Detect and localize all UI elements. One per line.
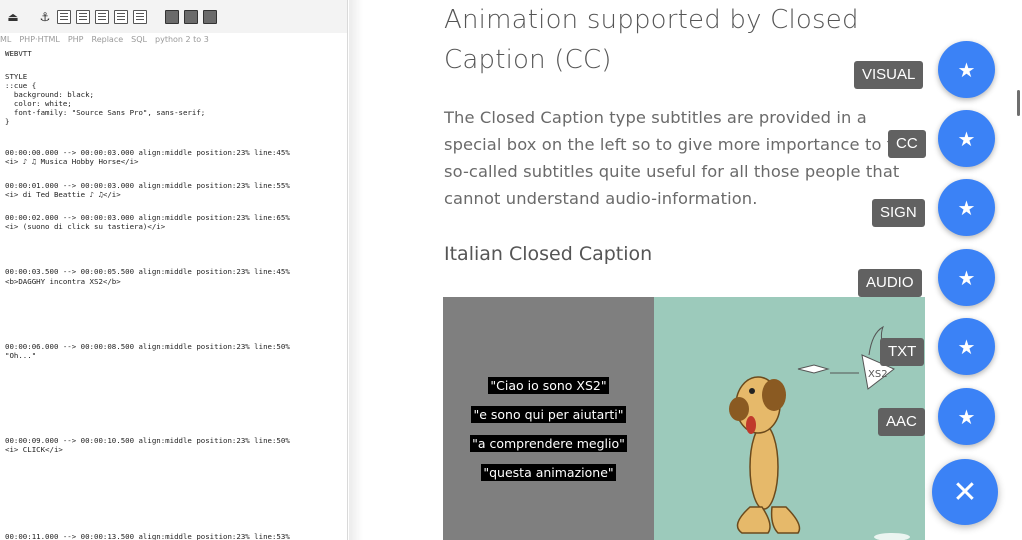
code-editor: ⏏ ⚓ ML PHP·HTML PHP Replace SQL python 2…: [0, 0, 348, 540]
code-line: 00:00:02.000 --> 00:00:03.000 align:midd…: [5, 213, 290, 222]
tab-ml[interactable]: ML: [0, 33, 11, 47]
anchor-icon[interactable]: ⚓: [38, 10, 52, 24]
panel-divider-shadow: [349, 0, 363, 540]
star-icon: ★: [957, 126, 976, 151]
caption-line: "Ciao io sono XS2": [488, 377, 609, 394]
star-icon: ★: [957, 404, 976, 429]
code-line: <i> CLICK</i>: [5, 445, 63, 454]
fab-cc-button[interactable]: ★: [938, 110, 995, 167]
fab-visual-button[interactable]: ★: [938, 41, 995, 98]
fab-aac-button[interactable]: ★: [938, 388, 995, 445]
star-icon: ★: [957, 265, 976, 290]
document-icon[interactable]: [114, 9, 128, 24]
code-line: 00:00:01.000 --> 00:00:03.000 align:midd…: [5, 181, 290, 190]
intro-paragraph: The Closed Caption type subtitles are pr…: [444, 108, 914, 208]
fab-label-audio[interactable]: AUDIO: [858, 269, 922, 297]
code-line: font-family: "Source Sans Pro", sans-ser…: [5, 108, 206, 117]
code-line: 00:00:06.000 --> 00:00:08.500 align:midd…: [5, 342, 290, 351]
tab-php-html[interactable]: PHP·HTML: [19, 33, 59, 47]
code-line: 00:00:03.500 --> 00:00:05.500 align:midd…: [5, 267, 290, 276]
window-icon[interactable]: [133, 9, 147, 24]
code-line: }: [5, 117, 10, 126]
code-line: <i> ♪ ♫ Musica Hobby Horse</i>: [5, 157, 139, 166]
caption-line: "e sono qui per aiutarti": [471, 406, 626, 423]
star-icon: ★: [957, 334, 976, 359]
editor-tab-strip: ML PHP·HTML PHP Replace SQL python 2 to …: [0, 33, 347, 47]
image-icon[interactable]: [203, 9, 217, 24]
code-line: <i> (suono di click su tastiera)</i>: [5, 222, 166, 231]
document-icon[interactable]: [76, 9, 90, 24]
xs2-label: XS2: [868, 369, 888, 380]
video-player[interactable]: "Ciao io sono XS2" "e sono qui per aiuta…: [443, 297, 925, 540]
fab-label-visual[interactable]: VISUAL: [854, 61, 924, 89]
code-line: background: black;: [5, 90, 94, 99]
image-icon[interactable]: [165, 9, 179, 24]
code-line: WEBVTT: [5, 49, 32, 58]
tab-php[interactable]: PHP: [68, 33, 84, 47]
code-line: 00:00:00.000 --> 00:00:03.000 align:midd…: [5, 148, 290, 157]
caption-line: "a comprendere meglio": [470, 435, 627, 452]
code-line: ::cue {: [5, 81, 37, 90]
tab-sql[interactable]: SQL: [131, 33, 147, 47]
code-line: <i> di Ted Beattie ♪ ♫</i>: [5, 190, 121, 199]
tab-replace[interactable]: Replace: [92, 33, 124, 47]
document-icon[interactable]: [95, 9, 109, 24]
star-icon: ★: [957, 57, 976, 82]
document-icon[interactable]: [57, 9, 71, 24]
fab-close-button[interactable]: ✕: [932, 459, 998, 525]
code-line: <b>DAGGHY incontra XS2</b>: [5, 277, 121, 286]
tab-python[interactable]: python 2 to 3: [155, 33, 209, 47]
code-line: 00:00:11.000 --> 00:00:13.500 align:midd…: [5, 532, 290, 540]
fab-label-aac[interactable]: AAC: [878, 408, 925, 436]
section-title: Italian Closed Caption: [444, 243, 653, 265]
code-line: "Oh...": [5, 351, 37, 360]
fab-txt-button[interactable]: ★: [938, 318, 995, 375]
fab-label-txt[interactable]: TXT: [880, 338, 925, 366]
image-icon[interactable]: [184, 9, 198, 24]
fab-audio-button[interactable]: ★: [938, 249, 995, 306]
caption-list: "Ciao io sono XS2" "e sono qui per aiuta…: [443, 375, 654, 491]
code-line: STYLE: [5, 72, 28, 81]
code-line: color: white;: [5, 99, 72, 108]
caption-line: "questa animazione": [481, 464, 616, 481]
code-line: 00:00:09.000 --> 00:00:10.500 align:midd…: [5, 436, 290, 445]
page-title: Animation supported by Closed Caption (C…: [444, 5, 859, 75]
code-area[interactable]: WEBVTT STYLE ::cue { background: black; …: [5, 48, 345, 540]
caption-box: "Ciao io sono XS2" "e sono qui per aiuta…: [443, 297, 654, 540]
scrollbar-thumb[interactable]: [1017, 90, 1020, 116]
close-icon: ✕: [952, 474, 978, 510]
editor-toolbar: ⏏ ⚓: [0, 0, 347, 33]
save-icon[interactable]: ⏏: [6, 10, 20, 24]
fab-label-cc[interactable]: CC: [888, 130, 926, 158]
fab-sign-button[interactable]: ★: [938, 179, 995, 236]
star-icon: ★: [957, 195, 976, 220]
fab-label-sign[interactable]: SIGN: [872, 199, 925, 227]
